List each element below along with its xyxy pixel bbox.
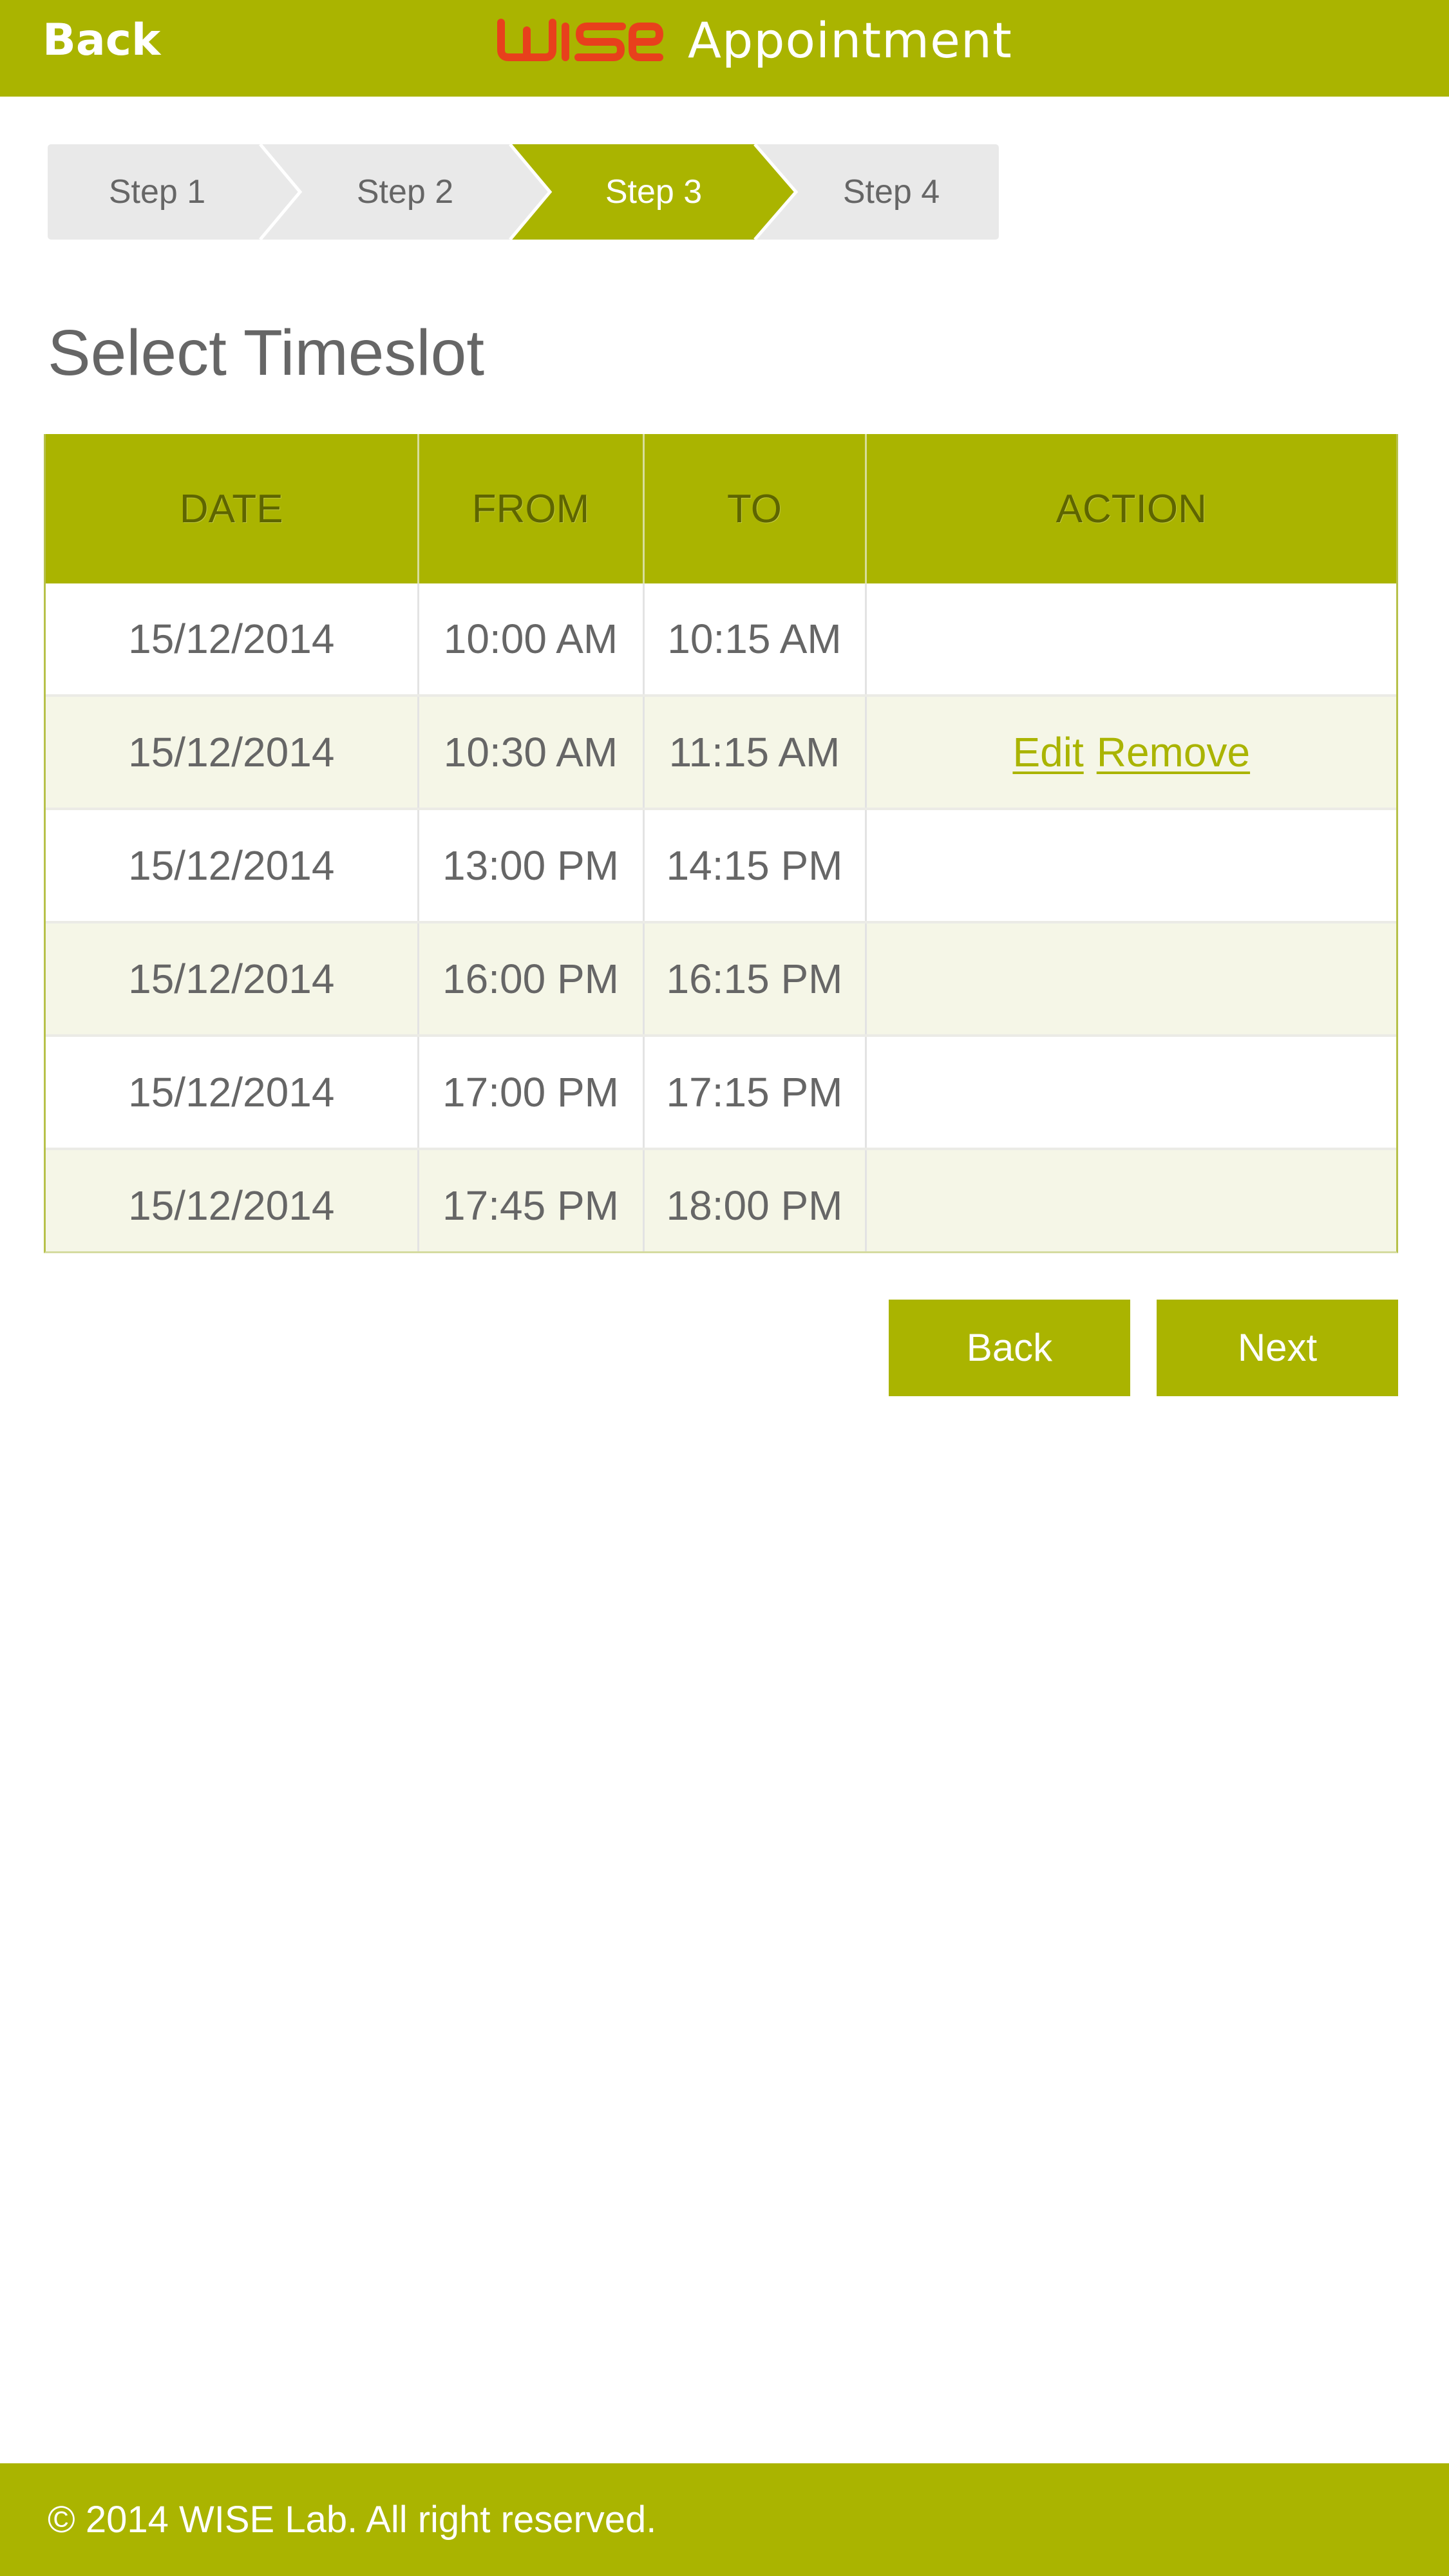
next-button[interactable]: Next <box>1157 1300 1398 1396</box>
timeslot-table: DATE FROM TO ACTION 15/12/2014 10:00 AM … <box>46 434 1396 1251</box>
cell-from: 17:00 PM <box>418 1036 645 1150</box>
column-header-to: TO <box>643 434 867 583</box>
table-row[interactable]: 15/12/2014 16:00 PM 16:15 PM <box>46 922 1396 1037</box>
app-header: Back Appointment <box>0 0 1449 97</box>
column-header-date: DATE <box>46 434 419 583</box>
table-row[interactable]: 15/12/2014 17:45 PM 18:00 PM <box>46 1149 1396 1251</box>
page-title: Select Timeslot <box>48 317 485 389</box>
cell-to: 11:15 AM <box>643 696 867 810</box>
cell-date: 15/12/2014 <box>46 1149 419 1251</box>
header-brand: Appointment <box>496 0 1012 80</box>
cell-date: 15/12/2014 <box>46 1036 419 1150</box>
cell-from: 17:45 PM <box>418 1149 645 1251</box>
copyright-text: © 2014 WISE Lab. All right reserved. <box>48 2499 657 2541</box>
timeslot-table-container[interactable]: DATE FROM TO ACTION 15/12/2014 10:00 AM … <box>44 434 1398 1253</box>
step-2[interactable]: Step 2 <box>299 144 511 240</box>
cell-date: 15/12/2014 <box>46 809 419 923</box>
table-row[interactable]: 15/12/2014 13:00 PM 14:15 PM <box>46 809 1396 923</box>
table-row[interactable]: 15/12/2014 17:00 PM 17:15 PM <box>46 1036 1396 1150</box>
header-back-button[interactable]: Back <box>43 0 160 80</box>
table-header-row: DATE FROM TO ACTION <box>46 434 1396 583</box>
cell-to: 18:00 PM <box>643 1149 867 1251</box>
step-3[interactable]: Step 3 <box>547 144 760 240</box>
cell-to: 16:15 PM <box>643 922 867 1037</box>
cell-from: 10:00 AM <box>418 583 645 697</box>
table-row[interactable]: 15/12/2014 10:00 AM 10:15 AM <box>46 583 1396 697</box>
step-1[interactable]: Step 1 <box>48 144 267 240</box>
remove-link[interactable]: Remove <box>1097 729 1250 775</box>
cell-date: 15/12/2014 <box>46 583 419 697</box>
cell-action <box>866 809 1396 923</box>
back-button[interactable]: Back <box>889 1300 1130 1396</box>
cell-action <box>866 1036 1396 1150</box>
wise-logo <box>496 17 665 64</box>
header-title: Appointment <box>688 12 1012 69</box>
cell-date: 15/12/2014 <box>46 696 419 810</box>
cell-from: 10:30 AM <box>418 696 645 810</box>
column-header-action: ACTION <box>866 434 1396 583</box>
cell-to: 10:15 AM <box>643 583 867 697</box>
cell-from: 16:00 PM <box>418 922 645 1037</box>
table-row[interactable]: 15/12/2014 10:30 AM 11:15 AM Edit Remove <box>46 696 1396 810</box>
cell-action <box>866 1149 1396 1251</box>
step-4[interactable]: Step 4 <box>795 144 988 240</box>
edit-link[interactable]: Edit <box>1012 729 1083 775</box>
cell-from: 13:00 PM <box>418 809 645 923</box>
cell-action: Edit Remove <box>866 696 1396 810</box>
cell-action <box>866 922 1396 1037</box>
step-progress: Step 1 Step 2 Step 3 Step 4 <box>48 144 999 240</box>
cell-to: 17:15 PM <box>643 1036 867 1150</box>
cell-action <box>866 583 1396 697</box>
app-footer: © 2014 WISE Lab. All right reserved. <box>0 2463 1449 2576</box>
cell-to: 14:15 PM <box>643 809 867 923</box>
column-header-from: FROM <box>418 434 645 583</box>
cell-date: 15/12/2014 <box>46 922 419 1037</box>
